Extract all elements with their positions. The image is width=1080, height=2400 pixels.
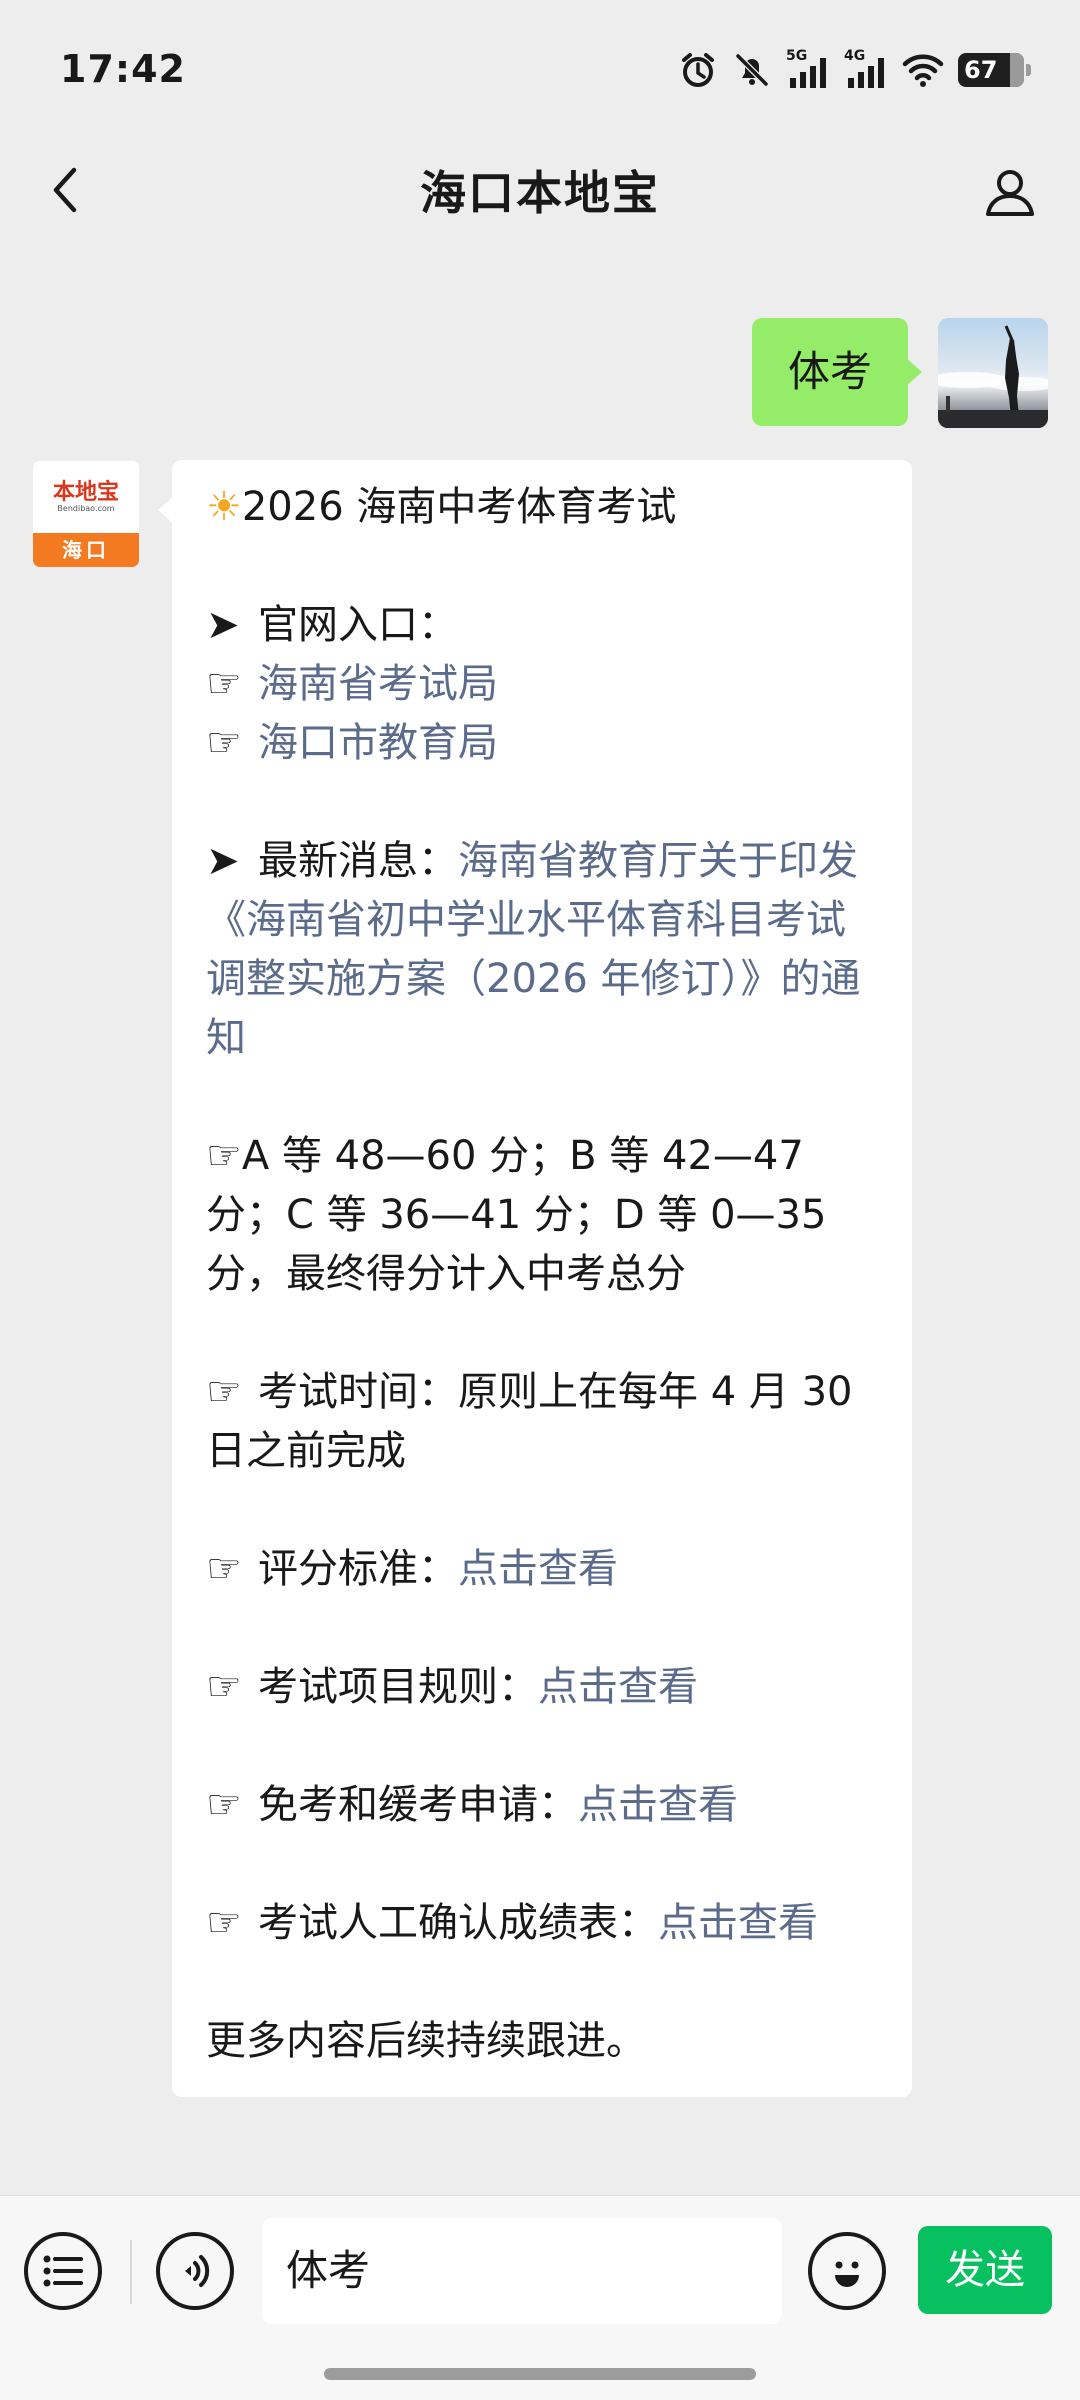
network-label-1: 5G xyxy=(786,48,808,64)
arrow-icon: ➤ xyxy=(206,838,240,884)
grades-line: ☞A 等 48—60 分；B 等 42—47 分；C 等 36—41 分；D 等… xyxy=(206,1127,878,1304)
official-heading: 官网入口： xyxy=(258,602,458,648)
news-line: ➤ 最新消息：海南省教育厅关于印发《海南省初中学业水平体育科目考试调整实施方案（2… xyxy=(206,832,878,1068)
reply-bubble[interactable]: ☀2026 海南中考体育考试 ➤ 官网入口： ☞ 海南省考试局 ☞ 海口市教育局 ➤ 最… xyxy=(158,460,912,2097)
nav-bar: 海口本地宝 xyxy=(0,140,1080,240)
reply-footer: 更多内容后续持续跟进。 xyxy=(206,2018,646,2064)
status-bar: 17:42 5G 4G 67 xyxy=(0,0,1080,140)
item-label: 免考和缓考申请： xyxy=(258,1782,578,1828)
pointing-hand-icon: ☞ xyxy=(206,720,242,766)
voice-icon xyxy=(185,2255,210,2287)
news-label: 最新消息： xyxy=(258,838,458,884)
outgoing-message: 体考 xyxy=(751,318,1048,428)
chevron-left-icon xyxy=(53,167,77,213)
pointing-hand-icon: ☞ xyxy=(206,1900,242,1946)
network-label-2: 4G xyxy=(844,48,866,64)
profile-button[interactable] xyxy=(980,162,1040,222)
status-icons: 5G 4G 67 xyxy=(678,48,1031,90)
score-confirm-line: ☞ 考试人工确认成绩表：点击查看 xyxy=(206,1894,878,1953)
scoring-standard-link[interactable]: 点击查看 xyxy=(458,1546,618,1592)
home-indicator[interactable] xyxy=(324,2368,756,2380)
scoring-standard-line: ☞ 评分标准：点击查看 xyxy=(206,1540,878,1599)
item-label: 考试人工确认成绩表： xyxy=(258,1900,658,1946)
composer-divider xyxy=(130,2240,132,2304)
score-confirm-link[interactable]: 点击查看 xyxy=(658,1900,818,1946)
official-link-row: ☞ 海口市教育局 xyxy=(206,714,878,773)
page-title: 海口本地宝 xyxy=(420,166,660,220)
reply-title: 2026 海南中考体育考试 xyxy=(241,484,677,530)
send-button[interactable]: 发送 xyxy=(918,2226,1052,2314)
emoji-icon xyxy=(835,2261,859,2287)
pointing-hand-icon: ☞ xyxy=(206,1664,242,1710)
official-link-row: ☞ 海南省考试局 xyxy=(206,655,878,714)
list-menu-icon xyxy=(43,2255,83,2287)
official-heading-line: ➤ 官网入口： xyxy=(206,596,878,655)
pointing-hand-icon: ☞ xyxy=(206,1546,242,1592)
official-link-education-bureau[interactable]: 海口市教育局 xyxy=(258,720,498,766)
grades-text: A 等 48—60 分；B 等 42—47 分；C 等 36—41 分；D 等 … xyxy=(206,1133,840,1297)
message-input[interactable]: 体考 xyxy=(262,2218,782,2324)
my-avatar[interactable] xyxy=(938,318,1048,428)
exam-rules-line: ☞ 考试项目规则：点击查看 xyxy=(206,1658,878,1717)
pointing-hand-icon: ☞ xyxy=(206,661,242,707)
brand-logo: 本地宝 Bendibao.com xyxy=(33,461,139,533)
voice-button[interactable] xyxy=(156,2232,234,2310)
pointing-hand-icon: ☞ xyxy=(206,1369,242,1415)
brand-city: 海口 xyxy=(33,533,139,567)
avatar-photo xyxy=(938,325,1048,428)
signal-5g-icon: 5G xyxy=(786,48,830,90)
emoji-button[interactable] xyxy=(808,2232,886,2310)
person-icon xyxy=(986,170,1034,216)
brand-name: 本地宝 xyxy=(52,479,119,505)
exemption-line: ☞ 免考和缓考申请：点击查看 xyxy=(206,1776,878,1835)
official-link-exam-bureau[interactable]: 海南省考试局 xyxy=(258,661,498,707)
arrow-icon: ➤ xyxy=(206,602,240,648)
status-time: 17:42 xyxy=(60,47,186,91)
mute-bell-icon xyxy=(732,50,772,90)
exam-rules-link[interactable]: 点击查看 xyxy=(538,1664,698,1710)
battery-level: 67 xyxy=(964,56,998,84)
back-button[interactable] xyxy=(38,162,94,218)
exam-time-line: ☞ 考试时间：原则上在每年 4 月 30日之前完成 xyxy=(206,1363,878,1481)
pointing-hand-icon: ☞ xyxy=(206,1782,242,1828)
wifi-icon xyxy=(902,50,944,90)
item-label: 考试项目规则： xyxy=(258,1664,538,1710)
pointing-hand-icon: ☞ xyxy=(206,1133,242,1179)
signal-4g-icon: 4G xyxy=(844,48,888,90)
exemption-link[interactable]: 点击查看 xyxy=(578,1782,738,1828)
sun-icon: ☀ xyxy=(206,484,242,530)
exam-time-text: 考试时间：原则上在每年 4 月 30日之前完成 xyxy=(206,1369,853,1474)
menu-button[interactable] xyxy=(24,2232,102,2310)
bot-avatar[interactable]: 本地宝 Bendibao.com 海口 xyxy=(32,460,140,568)
incoming-message: 本地宝 Bendibao.com 海口 ☀2026 海南中考体育考试 ➤ 官网入口… xyxy=(32,460,912,2097)
brand-url: Bendibao.com xyxy=(57,504,115,513)
reply-title-line: ☀2026 海南中考体育考试 xyxy=(206,478,878,537)
chat-area[interactable]: 体考 本地宝 Bendibao.com 海口 ☀2026 海南中考体育考试 ➤ 官… xyxy=(0,240,1080,2195)
battery-icon: 67 xyxy=(958,53,1031,87)
item-label: 评分标准： xyxy=(258,1546,458,1592)
alarm-icon xyxy=(678,50,718,90)
outgoing-bubble[interactable]: 体考 xyxy=(751,318,923,426)
